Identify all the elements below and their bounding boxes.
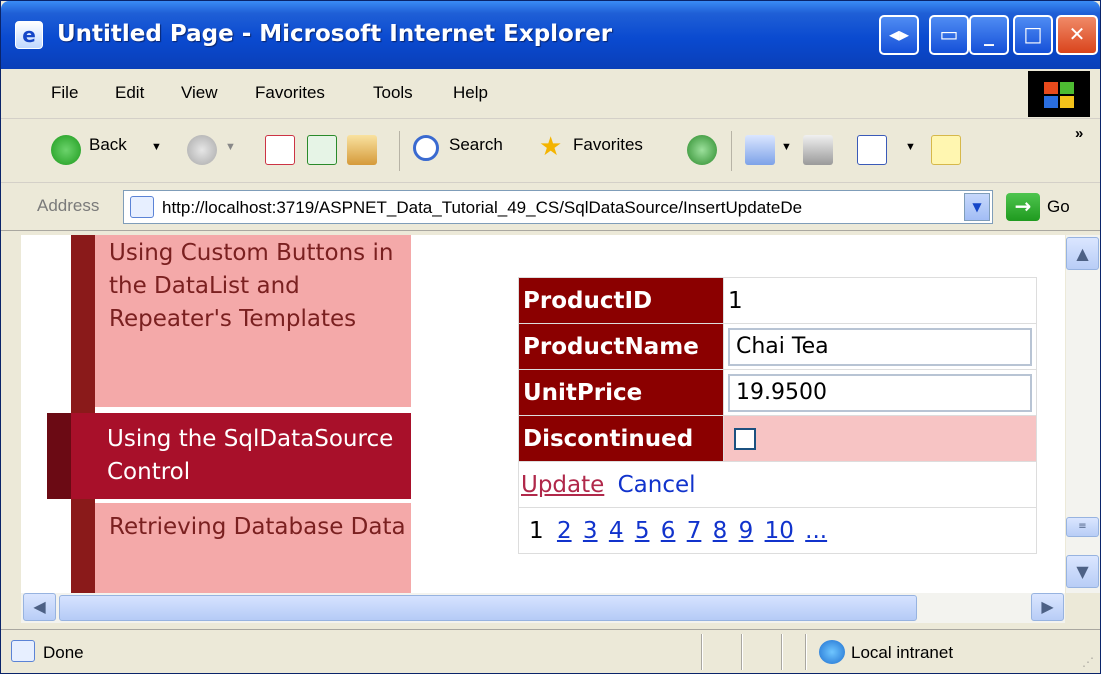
maximize-button[interactable]: □	[1013, 15, 1053, 55]
pager-link[interactable]: 2	[557, 518, 572, 544]
update-link[interactable]: Update	[521, 472, 604, 498]
ie-page-icon: e	[15, 21, 43, 49]
row-discontinued: Discontinued	[518, 415, 1037, 462]
page-content: Using Custom Buttons in the DataList and…	[21, 235, 1065, 593]
pager-link[interactable]: 10	[765, 518, 794, 544]
address-url: http://localhost:3719/ASPNET_Data_Tutori…	[162, 198, 803, 217]
print-icon[interactable]	[803, 135, 833, 165]
title-bar: e Untitled Page - Microsoft Internet Exp…	[1, 1, 1100, 69]
browser-window: e Untitled Page - Microsoft Internet Exp…	[0, 0, 1101, 674]
minimize-button[interactable]: _	[969, 15, 1009, 55]
productid-value: 1	[723, 277, 1037, 324]
scroll-thumb[interactable]: ≡	[1066, 517, 1099, 537]
row-unitprice: UnitPrice	[518, 369, 1037, 416]
toolbar-overflow-icon[interactable]: »	[1075, 125, 1083, 142]
productname-input[interactable]	[728, 327, 1032, 366]
media-icon[interactable]	[687, 135, 717, 165]
intranet-globe-icon	[819, 640, 845, 664]
pager-link[interactable]: 7	[687, 518, 702, 544]
address-dropdown-icon[interactable]: ▼	[964, 193, 990, 221]
menu-edit[interactable]: Edit	[115, 83, 144, 103]
pager-link[interactable]: 6	[661, 518, 676, 544]
page-icon	[130, 196, 154, 218]
h-scroll-thumb[interactable]	[59, 595, 917, 621]
pager-link[interactable]: 8	[713, 518, 728, 544]
ie-dock-icon[interactable]: ◂▸	[879, 15, 919, 55]
scroll-up-icon[interactable]: ▲	[1066, 237, 1099, 270]
address-bar: Address http://localhost:3719/ASPNET_Dat…	[1, 183, 1100, 231]
refresh-icon[interactable]	[307, 135, 337, 165]
back-button[interactable]: Back	[89, 135, 127, 155]
mail-icon[interactable]	[745, 135, 775, 165]
menu-help[interactable]: Help	[453, 83, 488, 103]
address-label: Address	[37, 196, 100, 215]
back-dropdown-icon[interactable]: ▼	[151, 141, 162, 153]
field-label: ProductName	[518, 323, 724, 370]
details-view: ProductID 1 ProductName UnitPrice Discon…	[518, 277, 1037, 554]
unitprice-input[interactable]	[728, 373, 1032, 412]
page-done-icon	[11, 640, 35, 662]
cancel-link[interactable]: Cancel	[618, 472, 696, 498]
address-input[interactable]: http://localhost:3719/ASPNET_Data_Tutori…	[123, 190, 993, 224]
pager-row: 1 2 3 4 5 6 7 8 9 10 ...	[518, 507, 1037, 554]
favorites-star-icon[interactable]: ★	[539, 131, 562, 162]
forward-arrow-icon[interactable]	[187, 135, 217, 165]
menu-file[interactable]: File	[51, 83, 78, 103]
pager-link[interactable]: 4	[609, 518, 624, 544]
go-arrow-icon[interactable]: →	[1006, 193, 1040, 221]
back-arrow-icon[interactable]	[51, 135, 81, 165]
status-bar: Done Local intranet ⋰	[1, 629, 1100, 673]
menu-tools[interactable]: Tools	[373, 83, 413, 103]
pager-current: 1	[529, 517, 544, 544]
edit-dropdown-icon[interactable]: ▼	[905, 141, 916, 153]
row-productid: ProductID 1	[518, 277, 1037, 324]
status-text: Done	[43, 643, 84, 662]
row-productname: ProductName	[518, 323, 1037, 370]
scroll-left-icon[interactable]: ◀	[23, 593, 56, 621]
pager-link[interactable]: 3	[583, 518, 598, 544]
home-icon[interactable]	[347, 135, 377, 165]
scroll-down-icon[interactable]: ▼	[1066, 555, 1099, 588]
forward-dropdown-icon[interactable]: ▼	[225, 141, 236, 153]
command-row: Update Cancel	[518, 461, 1037, 508]
windows-logo-icon	[1028, 71, 1090, 117]
security-zone: Local intranet	[851, 643, 954, 662]
sidebar-menu: Using Custom Buttons in the DataList and…	[47, 235, 411, 593]
mail-dropdown-icon[interactable]: ▼	[781, 141, 792, 153]
discontinued-checkbox[interactable]	[734, 428, 756, 450]
sidebar-item-retrieving-data[interactable]: Retrieving Database Data	[95, 503, 411, 593]
resize-grip-icon[interactable]: ⋰	[1082, 655, 1094, 669]
pager-link[interactable]: 9	[739, 518, 754, 544]
field-label: ProductID	[518, 277, 724, 324]
search-button[interactable]: Search	[449, 135, 503, 155]
stop-icon[interactable]	[265, 135, 295, 165]
menu-bar: File Edit View Favorites Tools Help	[1, 69, 1100, 119]
search-icon[interactable]	[413, 135, 439, 161]
field-label: Discontinued	[518, 415, 724, 462]
pager-link[interactable]: 5	[635, 518, 650, 544]
word-edit-icon[interactable]	[857, 135, 887, 165]
menu-view[interactable]: View	[181, 83, 218, 103]
horizontal-scrollbar[interactable]: ◀ ▶	[21, 593, 1065, 623]
close-button[interactable]: ✕	[1056, 15, 1098, 55]
toolbar: Back ▼ ▼ Search ★ Favorites ▼ ▼ »	[1, 119, 1100, 183]
go-button[interactable]: Go	[1047, 197, 1070, 217]
favorites-button[interactable]: Favorites	[573, 135, 643, 155]
vertical-scrollbar[interactable]: ▲ ≡ ▼	[1065, 235, 1100, 593]
menu-favorites[interactable]: Favorites	[255, 83, 325, 103]
sidebar-item-custom-buttons[interactable]: Using Custom Buttons in the DataList and…	[95, 235, 411, 407]
ie-switch-icon[interactable]: ▭	[929, 15, 969, 55]
pager-link[interactable]: ...	[805, 518, 827, 544]
discuss-icon[interactable]	[931, 135, 961, 165]
scroll-right-icon[interactable]: ▶	[1031, 593, 1064, 621]
field-label: UnitPrice	[518, 369, 724, 416]
window-title: Untitled Page - Microsoft Internet Explo…	[57, 21, 613, 47]
sidebar-item-sqldatasource[interactable]: Using the SqlDataSource Control	[47, 413, 411, 499]
